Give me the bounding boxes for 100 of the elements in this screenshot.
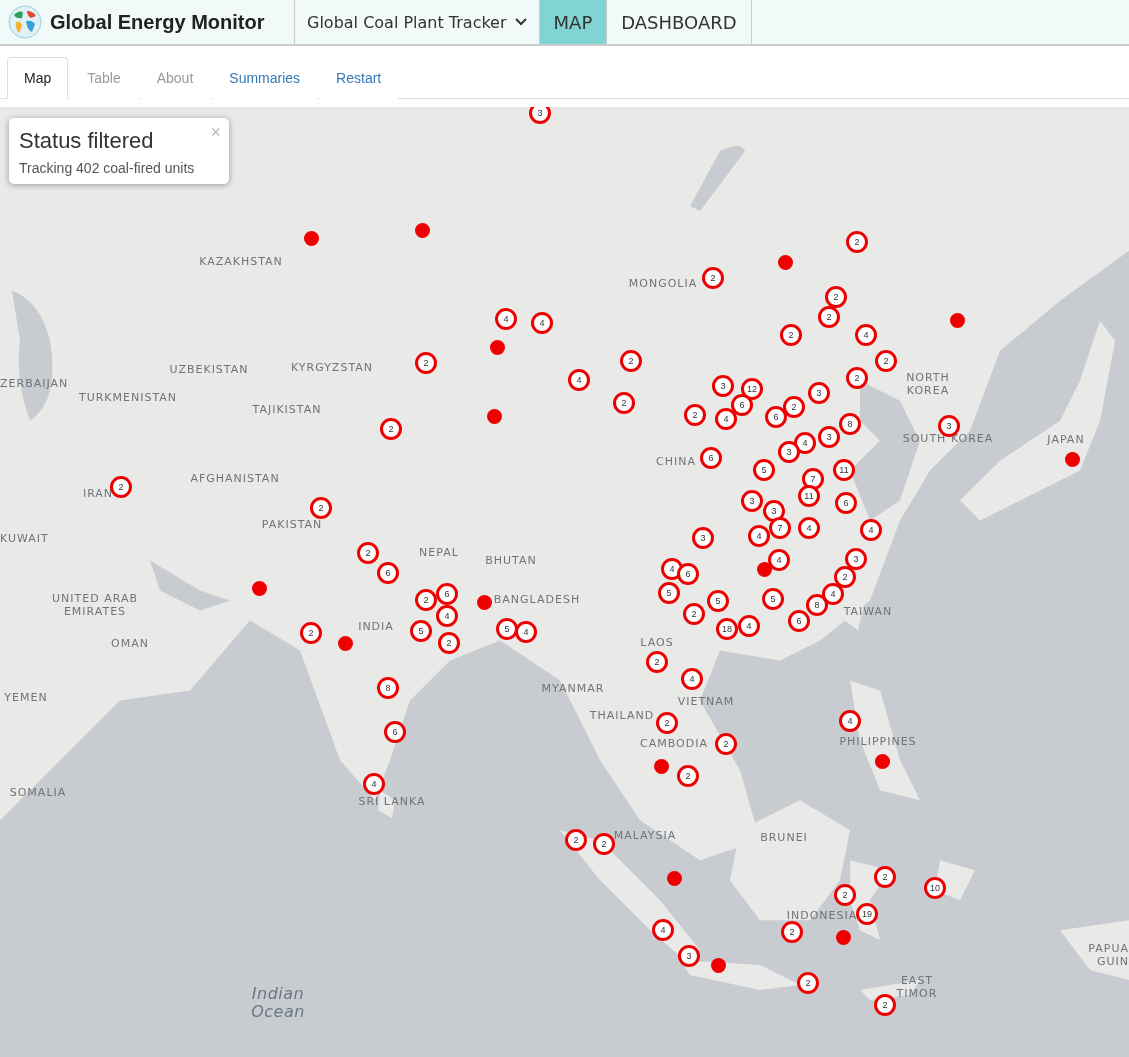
ocean-label: Indian Ocean: [250, 984, 306, 1022]
cluster-marker[interactable]: 4: [531, 312, 553, 334]
cluster-marker[interactable]: 2: [875, 350, 897, 372]
cluster-marker[interactable]: 6: [436, 583, 458, 605]
cluster-marker[interactable]: 4: [860, 519, 882, 541]
plant-marker[interactable]: [949, 312, 965, 328]
country-label: KUWAIT: [0, 532, 49, 546]
plant-marker[interactable]: [489, 339, 505, 355]
cluster-marker[interactable]: 4: [768, 549, 790, 571]
cluster-marker[interactable]: 5: [410, 620, 432, 642]
cluster-marker[interactable]: 6: [677, 563, 699, 585]
cluster-marker[interactable]: 2: [613, 392, 635, 414]
country-label: YEMEN: [4, 691, 48, 705]
cluster-marker[interactable]: 2: [310, 497, 332, 519]
nav-tab[interactable]: MAP: [539, 0, 608, 44]
cluster-marker[interactable]: 3: [692, 527, 714, 549]
cluster-marker[interactable]: 2: [620, 350, 642, 372]
cluster-marker[interactable]: 4: [661, 558, 683, 580]
cluster-marker[interactable]: 2: [380, 418, 402, 440]
cluster-marker[interactable]: 8: [806, 594, 828, 616]
cluster-marker[interactable]: 2: [683, 603, 705, 625]
cluster-marker[interactable]: 18: [716, 618, 738, 640]
cluster-marker[interactable]: 5: [658, 582, 680, 604]
cluster-marker[interactable]: 3: [712, 375, 734, 397]
cluster-marker[interactable]: 2: [783, 396, 805, 418]
cluster-marker[interactable]: 4: [495, 308, 517, 330]
cluster-marker[interactable]: 11: [798, 485, 820, 507]
cluster-marker[interactable]: 6: [700, 447, 722, 469]
cluster-marker[interactable]: 2: [684, 404, 706, 426]
cluster-marker[interactable]: 2: [780, 324, 802, 346]
plant-marker[interactable]: [486, 408, 502, 424]
country-label: SOMALIA: [9, 786, 67, 800]
country-label: NORTH KOREA: [905, 372, 951, 398]
cluster-marker[interactable]: 2: [846, 231, 868, 253]
cluster-marker[interactable]: 4: [748, 525, 770, 547]
country-label: KAZAKHSTAN: [199, 255, 283, 269]
cluster-marker[interactable]: 6: [835, 492, 857, 514]
country-label: ZERBAIJAN: [0, 377, 69, 391]
country-label: THAILAND: [589, 709, 655, 723]
cluster-marker[interactable]: 3: [845, 548, 867, 570]
cluster-marker[interactable]: 4: [794, 432, 816, 454]
cluster-marker[interactable]: 6: [731, 394, 753, 416]
cluster-marker[interactable]: 2: [300, 622, 322, 644]
cluster-marker[interactable]: 2: [825, 286, 847, 308]
cluster-marker[interactable]: 5: [762, 588, 784, 610]
cluster-marker[interactable]: 2: [677, 765, 699, 787]
cluster-marker[interactable]: 6: [765, 406, 787, 428]
brand-logo[interactable]: Global Energy Monitor: [0, 0, 295, 44]
cluster-marker[interactable]: 4: [798, 517, 820, 539]
tracker-dropdown[interactable]: Global Coal Plant Tracker: [295, 0, 540, 44]
plant-marker[interactable]: [251, 580, 267, 596]
cluster-marker[interactable]: 2: [818, 306, 840, 328]
cluster-marker[interactable]: 2: [846, 367, 868, 389]
cluster-marker[interactable]: 12: [741, 378, 763, 400]
cluster-marker[interactable]: 2: [646, 651, 668, 673]
plant-marker[interactable]: [476, 594, 492, 610]
cluster-marker[interactable]: 8: [377, 677, 399, 699]
plant-marker[interactable]: [337, 635, 353, 651]
country-label: OMAN: [111, 637, 149, 651]
cluster-marker[interactable]: 6: [788, 610, 810, 632]
cluster-marker[interactable]: 4: [738, 615, 760, 637]
plant-marker[interactable]: [414, 222, 430, 238]
cluster-marker[interactable]: 7: [769, 517, 791, 539]
cluster-marker[interactable]: 2: [715, 733, 737, 755]
cluster-marker[interactable]: 2: [702, 267, 724, 289]
cluster-marker[interactable]: 2: [415, 352, 437, 374]
cluster-marker[interactable]: 6: [384, 721, 406, 743]
cluster-marker[interactable]: 3: [818, 426, 840, 448]
cluster-marker[interactable]: 2: [656, 712, 678, 734]
cluster-marker[interactable]: 4: [568, 369, 590, 391]
cluster-marker[interactable]: 7: [802, 468, 824, 490]
cluster-marker[interactable]: 4: [436, 605, 458, 627]
cluster-marker[interactable]: 3: [808, 382, 830, 404]
cluster-marker[interactable]: 8: [839, 413, 861, 435]
cluster-marker[interactable]: 2: [357, 542, 379, 564]
cluster-marker[interactable]: 5: [496, 618, 518, 640]
cluster-marker[interactable]: 2: [834, 566, 856, 588]
nav-tab[interactable]: DASHBOARD: [607, 0, 752, 44]
cluster-marker[interactable]: 4: [855, 324, 877, 346]
cluster-marker[interactable]: 3: [529, 107, 551, 124]
cluster-marker[interactable]: 11: [833, 459, 855, 481]
cluster-marker[interactable]: 5: [707, 590, 729, 612]
plant-marker[interactable]: [653, 758, 669, 774]
cluster-marker[interactable]: 4: [515, 621, 537, 643]
tab[interactable]: Map: [7, 57, 69, 99]
cluster-marker[interactable]: 2: [110, 476, 132, 498]
cluster-marker[interactable]: 4: [681, 668, 703, 690]
cluster-marker[interactable]: 3: [763, 500, 785, 522]
cluster-marker[interactable]: 4: [715, 408, 737, 430]
cluster-marker[interactable]: 2: [415, 589, 437, 611]
plant-marker[interactable]: [777, 254, 793, 270]
cluster-marker[interactable]: 5: [753, 459, 775, 481]
plant-marker[interactable]: [303, 230, 319, 246]
cluster-marker[interactable]: 6: [377, 562, 399, 584]
plant-marker[interactable]: [756, 561, 772, 577]
cluster-marker[interactable]: 2: [438, 632, 460, 654]
cluster-marker[interactable]: 4: [822, 583, 844, 605]
cluster-marker[interactable]: 4: [363, 773, 385, 795]
cluster-marker[interactable]: 3: [741, 490, 763, 512]
cluster-marker[interactable]: 3: [778, 441, 800, 463]
